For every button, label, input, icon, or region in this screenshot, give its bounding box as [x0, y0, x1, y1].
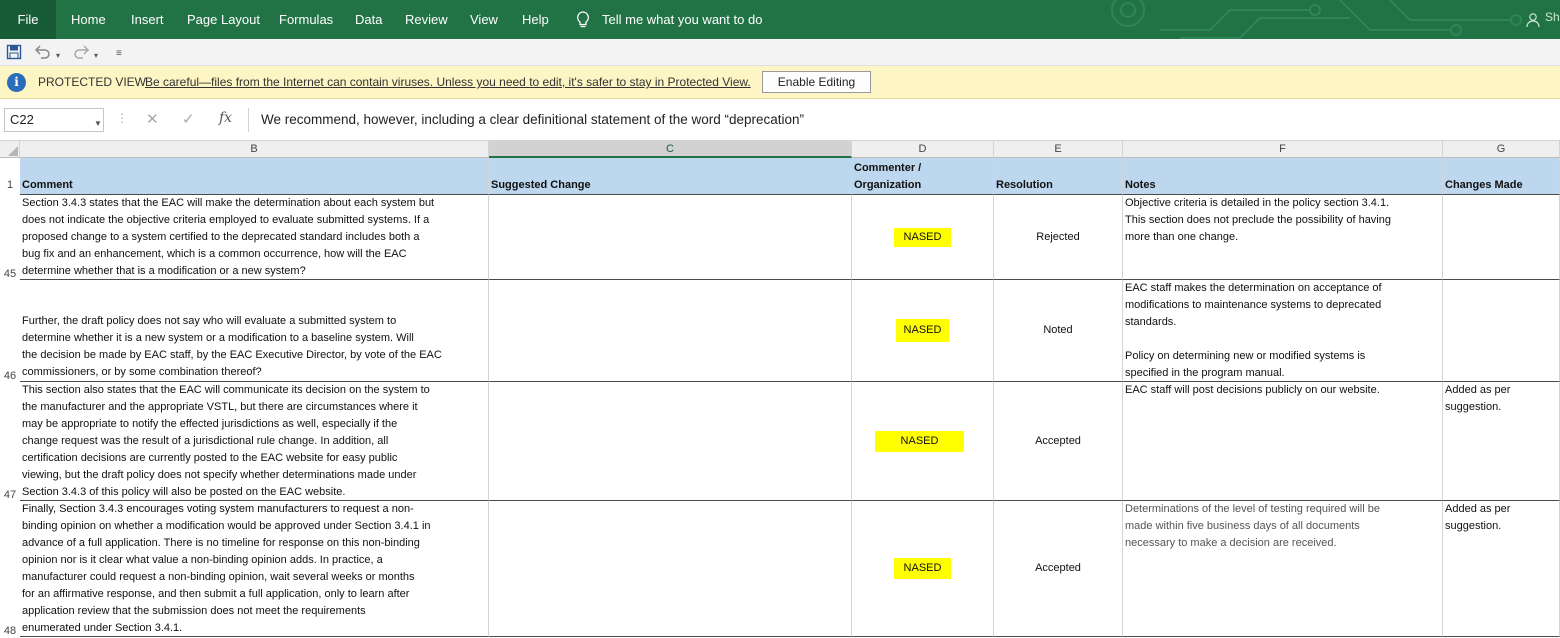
column-header-e[interactable]: E — [994, 141, 1123, 158]
notes-cell[interactable]: EAC staff will post decisions publicly o… — [1123, 382, 1443, 501]
header-commenter[interactable]: Commenter / Organization — [852, 158, 994, 195]
cancel-icon[interactable]: ✕ — [146, 110, 159, 128]
undo-dropdown-icon[interactable]: ▾ — [56, 47, 60, 65]
row-header-1[interactable]: 1 — [0, 158, 20, 195]
suggested-change-cell[interactable] — [489, 195, 852, 280]
tab-help[interactable]: Help — [522, 0, 549, 39]
tab-view[interactable]: View — [470, 0, 498, 39]
header-suggested-change[interactable]: Suggested Change — [489, 158, 852, 195]
header-comment[interactable]: Comment — [20, 158, 489, 195]
lightbulb-icon — [577, 11, 589, 28]
select-all-triangle-icon — [8, 146, 18, 156]
commenter-value: NASED — [893, 227, 952, 247]
resolution-cell[interactable]: Accepted — [994, 382, 1123, 501]
resolution-cell[interactable]: Rejected — [994, 195, 1123, 280]
commenter-cell[interactable]: NASED — [852, 501, 994, 637]
row-number: 48 — [3, 625, 17, 637]
comment-cell[interactable]: Finally, Section 3.4.3 encourages voting… — [20, 501, 489, 637]
row-header-45[interactable]: 45 — [0, 195, 20, 280]
tab-data[interactable]: Data — [355, 0, 382, 39]
header-resolution[interactable]: Resolution — [994, 158, 1123, 195]
row-number: 47 — [3, 489, 17, 501]
save-icon[interactable] — [6, 43, 22, 61]
worksheet-grid: B C D E F G 1 Comment Suggested Change C… — [0, 141, 1560, 638]
commenter-value: NASED — [893, 558, 952, 579]
quick-access-toolbar: ▾ ▾ ≡ — [0, 39, 1560, 66]
share-person-icon[interactable] — [1526, 12, 1542, 28]
row-number: 46 — [3, 370, 17, 382]
changes-made-cell[interactable] — [1443, 195, 1560, 280]
row-header-47[interactable]: 47 — [0, 382, 20, 501]
commenter-cell[interactable]: NASED — [852, 382, 994, 501]
tab-home[interactable]: Home — [71, 0, 106, 39]
undo-icon[interactable] — [34, 43, 52, 61]
circuit-decoration — [1111, 0, 1522, 39]
column-header-b[interactable]: B — [20, 141, 489, 158]
insert-function-icon[interactable]: fx — [219, 110, 232, 126]
redo-dropdown-icon[interactable]: ▾ — [94, 47, 98, 65]
tab-formulas[interactable]: Formulas — [279, 0, 333, 39]
comment-cell[interactable]: This section also states that the EAC wi… — [20, 382, 489, 501]
header-notes[interactable]: Notes — [1123, 158, 1443, 195]
protected-view-message[interactable]: Be careful—files from the Internet can c… — [145, 75, 751, 89]
resolution-cell[interactable]: Accepted — [994, 501, 1123, 637]
formula-input[interactable]: We recommend, however, including a clear… — [248, 108, 1560, 132]
tab-file[interactable]: File — [0, 0, 56, 39]
customize-toolbar-icon[interactable]: ≡ — [116, 45, 122, 63]
column-header-d[interactable]: D — [852, 141, 994, 158]
commenter-value: NASED — [895, 319, 950, 342]
suggested-change-cell[interactable] — [489, 280, 852, 382]
protected-view-title: PROTECTED VIEW — [38, 75, 147, 89]
name-box-dropdown-icon[interactable]: ▼ — [94, 113, 102, 135]
column-header-f[interactable]: F — [1123, 141, 1443, 158]
tell-me-search[interactable]: Tell me what you want to do — [602, 0, 762, 39]
comment-cell[interactable]: Further, the draft policy does not say w… — [20, 280, 489, 382]
changes-made-cell[interactable]: Added as per suggestion. — [1443, 501, 1560, 637]
column-header-g[interactable]: G — [1443, 141, 1560, 158]
row-header-48[interactable]: 48 — [0, 501, 20, 637]
protected-view-bar: i PROTECTED VIEW Be careful—files from t… — [0, 66, 1560, 99]
info-shield-icon: i — [7, 73, 26, 92]
enter-icon[interactable]: ✓ — [182, 110, 195, 128]
share-button[interactable]: Sha — [1545, 10, 1560, 24]
more-options-icon[interactable]: ⋮ — [116, 111, 128, 125]
commenter-value: NASED — [874, 430, 965, 452]
name-box[interactable]: C22 ▼ — [4, 108, 104, 132]
row-header-46[interactable]: 46 — [0, 280, 20, 382]
suggested-change-cell[interactable] — [489, 501, 852, 637]
notes-cell[interactable]: Determinations of the level of testing r… — [1123, 501, 1443, 637]
tab-insert[interactable]: Insert — [131, 0, 164, 39]
column-header-c[interactable]: C — [489, 141, 852, 158]
ribbon: File Home Insert Page Layout Formulas Da… — [0, 0, 1560, 39]
enable-editing-button[interactable]: Enable Editing — [762, 71, 871, 93]
changes-made-cell[interactable]: Added as per suggestion. — [1443, 382, 1560, 501]
comment-cell[interactable]: Section 3.4.3 states that the EAC will m… — [20, 195, 489, 280]
header-changes-made[interactable]: Changes Made — [1443, 158, 1560, 195]
formula-bar: C22 ▼ ⋮ ✕ ✓ fx We recommend, however, in… — [0, 99, 1560, 141]
row-number: 45 — [3, 268, 17, 280]
comment-text: Further, the draft policy does not say w… — [22, 315, 442, 378]
resolution-cell[interactable]: Noted — [994, 280, 1123, 382]
tab-review[interactable]: Review — [405, 0, 448, 39]
commenter-cell[interactable]: NASED — [852, 280, 994, 382]
select-all-corner[interactable] — [0, 141, 20, 158]
changes-made-cell[interactable] — [1443, 280, 1560, 382]
redo-icon[interactable] — [72, 43, 90, 61]
tab-page-layout[interactable]: Page Layout — [187, 0, 260, 39]
name-box-value: C22 — [10, 112, 34, 127]
suggested-change-cell[interactable] — [489, 382, 852, 501]
notes-cell[interactable]: EAC staff makes the determination on acc… — [1123, 280, 1443, 382]
notes-cell[interactable]: Objective criteria is detailed in the po… — [1123, 195, 1443, 280]
commenter-cell[interactable]: NASED — [852, 195, 994, 280]
